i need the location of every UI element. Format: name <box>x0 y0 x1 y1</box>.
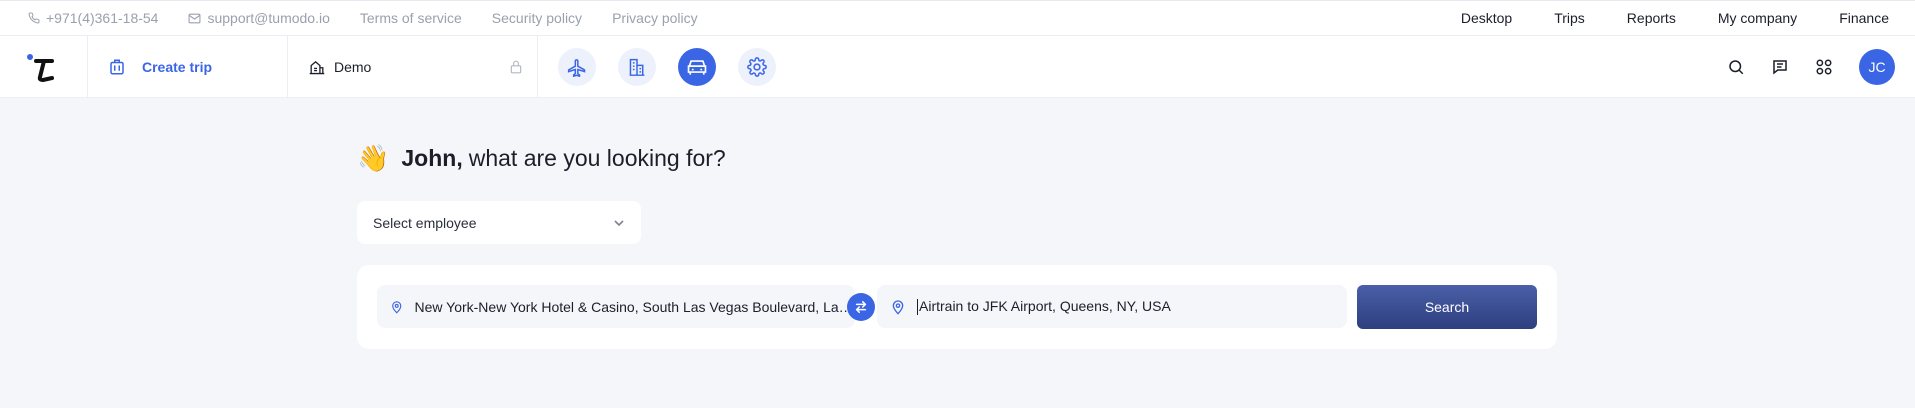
email-address: support@tumodo.io <box>207 10 330 26</box>
nav-my-company[interactable]: My company <box>1718 10 1797 26</box>
company-selector[interactable]: Demo <box>288 35 538 98</box>
chevron-down-icon <box>614 219 624 226</box>
suitcase-icon <box>110 59 124 74</box>
nav-trips[interactable]: Trips <box>1554 10 1585 26</box>
lock-icon <box>510 60 522 73</box>
greeting-name: John, <box>401 145 463 171</box>
top-info-bar: +971(4)361-18-54 support@tumodo.io Terms… <box>0 0 1915 36</box>
privacy-link[interactable]: Privacy policy <box>612 10 698 26</box>
nav-reports[interactable]: Reports <box>1627 10 1676 26</box>
dropoff-location-field[interactable]: Airtrain to JFK Airport, Queens, NY, USA <box>877 285 1347 328</box>
dropoff-location-value: Airtrain to JFK Airport, Queens, NY, USA <box>917 297 1171 316</box>
greeting: 👋 John, what are you looking for? <box>357 143 726 174</box>
chat-icon <box>1773 59 1787 75</box>
search-icon <box>1729 59 1744 74</box>
car-icon <box>687 59 707 75</box>
nav-finance[interactable]: Finance <box>1839 10 1889 26</box>
company-name: Demo <box>334 58 372 75</box>
messages-button[interactable] <box>1769 56 1791 78</box>
pickup-location-value: New York-New York Hotel & Casino, South … <box>414 298 856 315</box>
terms-link[interactable]: Terms of service <box>360 10 462 26</box>
apps-grid-icon <box>1816 59 1832 74</box>
create-trip-label: Create trip <box>142 58 213 75</box>
flights-mode-button[interactable] <box>558 47 596 86</box>
logo[interactable] <box>0 35 88 98</box>
employee-select[interactable]: Select employee <box>357 201 641 244</box>
location-pin-icon <box>892 299 904 315</box>
settings-mode-button[interactable] <box>738 47 776 86</box>
building-icon <box>309 60 325 74</box>
greeting-text: what are you looking for? <box>468 145 726 171</box>
mail-icon <box>189 13 201 23</box>
pickup-location-field[interactable]: New York-New York Hotel & Casino, South … <box>377 285 855 328</box>
apps-button[interactable] <box>1813 56 1835 78</box>
nav-desktop[interactable]: Desktop <box>1461 10 1512 26</box>
user-avatar[interactable]: JC <box>1859 48 1895 85</box>
cars-mode-button[interactable] <box>678 47 716 86</box>
waving-hand-icon: 👋 <box>357 143 390 173</box>
text-cursor <box>917 299 918 316</box>
main-header: Create trip Demo JC <box>0 35 1915 98</box>
trip-mode-switcher <box>538 47 798 86</box>
search-submit-button[interactable]: Search <box>1357 285 1537 329</box>
phone-number: +971(4)361-18-54 <box>46 10 159 26</box>
swap-locations-button[interactable] <box>847 293 875 321</box>
phone-icon <box>28 12 40 24</box>
security-link[interactable]: Security policy <box>492 10 582 26</box>
gear-icon <box>747 56 767 77</box>
hotel-icon <box>629 58 645 76</box>
phone-contact[interactable]: +971(4)361-18-54 <box>28 10 158 26</box>
create-trip-button[interactable]: Create trip <box>88 35 288 98</box>
plane-icon <box>567 58 586 77</box>
header-actions: JC <box>1703 48 1915 85</box>
search-button[interactable] <box>1725 56 1747 78</box>
tumodo-logo-icon <box>26 53 54 82</box>
employee-select-placeholder: Select employee <box>373 214 477 231</box>
swap-icon <box>855 300 867 314</box>
hotels-mode-button[interactable] <box>618 47 656 86</box>
location-pin-icon <box>392 300 402 314</box>
search-card: New York-New York Hotel & Casino, South … <box>357 265 1557 349</box>
dropoff-location-text: Airtrain to JFK Airport, Queens, NY, USA <box>919 297 1171 314</box>
email-contact[interactable]: support@tumodo.io <box>188 10 330 26</box>
